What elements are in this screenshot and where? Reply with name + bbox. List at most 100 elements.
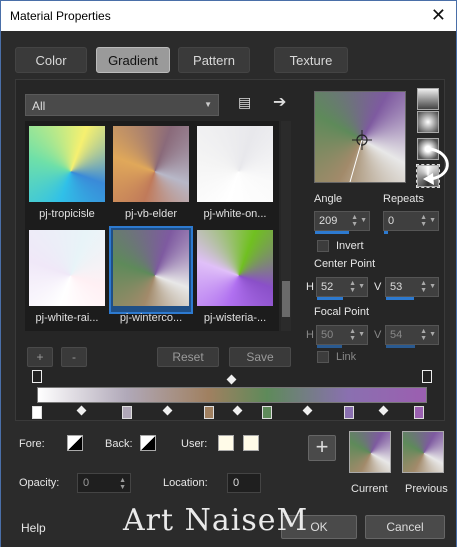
angle-slider[interactable] — [315, 231, 349, 234]
gradient-preview[interactable] — [314, 91, 406, 183]
spin-arrows-icon[interactable]: ▲ ▼ — [349, 328, 356, 342]
gradient-thumb-label: pj-vb-elder — [125, 208, 177, 220]
previous-swatch[interactable] — [402, 431, 444, 473]
fore-swatch[interactable] — [67, 435, 83, 451]
gradient-thumb-image — [29, 126, 105, 202]
opacity-field[interactable]: 0 ▲ ▼ — [77, 473, 131, 493]
gradient-thumb[interactable]: pj-vb-elder — [111, 124, 191, 220]
add-button[interactable]: + — [27, 347, 53, 367]
tab-gradient[interactable]: Gradient — [96, 47, 170, 73]
repeats-spinner[interactable]: 0 ▲ ▼ ▼ — [383, 211, 439, 234]
repeats-slider[interactable] — [384, 231, 388, 234]
current-label: Current — [351, 483, 388, 495]
rotate-arrow-icon — [423, 147, 449, 185]
user-swatch-2[interactable] — [243, 435, 259, 451]
chevron-down-icon[interactable]: ▼ — [360, 217, 367, 224]
focal-v-label: V — [374, 329, 382, 341]
tab-pattern[interactable]: Pattern — [178, 47, 250, 73]
center-point-label: Center Point — [314, 258, 376, 270]
chevron-down-icon[interactable]: ▼ — [358, 331, 365, 338]
center-h-label: H — [306, 281, 314, 293]
center-v-slider[interactable] — [386, 297, 414, 300]
angle-spinner[interactable]: 209 ▲ ▼ ▼ — [314, 211, 370, 234]
gradient-thumb-image — [29, 230, 105, 306]
window-title: Material Properties — [10, 9, 111, 23]
chevron-down-icon[interactable]: ▼ — [429, 331, 436, 338]
angle-value: 209 — [319, 215, 338, 227]
center-h-spinner[interactable]: 52 ▲ ▼ ▼ — [316, 277, 368, 300]
gradient-thumb[interactable]: pj-white-on... — [195, 124, 275, 220]
chevron-down-icon[interactable]: ▼ — [429, 283, 436, 290]
gradient-strip[interactable] — [37, 387, 427, 403]
linear-style-icon[interactable] — [417, 88, 439, 110]
spin-arrows-icon[interactable]: ▲ ▼ — [349, 280, 356, 294]
focal-v-spinner[interactable]: 54 ▲ ▼ ▼ — [385, 325, 439, 348]
color-stop[interactable] — [121, 406, 132, 419]
color-stop[interactable] — [32, 406, 42, 419]
gradient-thumb[interactable]: pj-wisteria-... — [195, 228, 275, 324]
invert-checkbox[interactable] — [317, 240, 329, 252]
tab-texture[interactable]: Texture — [274, 47, 348, 73]
color-stop[interactable] — [414, 406, 425, 419]
library-scrollbar[interactable] — [281, 121, 291, 331]
chevron-down-icon[interactable]: ▼ — [429, 217, 436, 224]
save-button[interactable]: Save — [229, 347, 291, 367]
location-label: Location: — [163, 477, 208, 489]
focal-h-spinner[interactable]: 50 ▲ ▼ ▼ — [316, 325, 368, 348]
focal-h-value: 50 — [321, 329, 334, 341]
focal-h-slider[interactable] — [317, 345, 342, 348]
color-stop[interactable] — [203, 406, 214, 419]
focal-point-label: Focal Point — [314, 306, 370, 318]
add-to-swatches-button[interactable]: + — [308, 435, 336, 461]
library-icon[interactable]: ▤ — [238, 94, 251, 111]
focal-v-slider[interactable] — [386, 345, 415, 348]
link-checkbox[interactable] — [317, 351, 329, 363]
color-stop[interactable] — [344, 406, 354, 419]
focal-v-value: 54 — [390, 329, 403, 341]
scroll-thumb[interactable] — [282, 281, 290, 317]
user-swatch-1[interactable] — [218, 435, 234, 451]
tab-color[interactable]: Color — [15, 47, 87, 73]
spin-arrows-icon[interactable]: ▲ ▼ — [420, 214, 427, 228]
gradient-thumb[interactable]: pj-white-rai... — [27, 228, 107, 324]
category-value: All — [32, 99, 46, 113]
focal-h-label: H — [306, 329, 314, 341]
chevron-down-icon[interactable]: ▼ — [358, 283, 365, 290]
color-stop[interactable] — [262, 406, 273, 419]
fore-label: Fore: — [19, 438, 45, 450]
center-v-spinner[interactable]: 53 ▲ ▼ ▼ — [385, 277, 439, 300]
angle-label: Angle — [314, 193, 343, 205]
arrow-right-icon[interactable]: ➔ — [273, 92, 286, 112]
opacity-stop[interactable] — [32, 370, 42, 383]
opacity-value: 0 — [83, 477, 90, 489]
tab-bar: Color Gradient Pattern Texture — [15, 47, 445, 75]
location-field[interactable]: 0 — [227, 473, 261, 493]
spin-arrows-icon[interactable]: ▲ ▼ — [420, 280, 427, 294]
spin-arrows-icon[interactable]: ▲ ▼ — [420, 328, 427, 342]
watermark-text: Art NaiseM — [123, 503, 309, 538]
rectangular-style-icon[interactable] — [417, 111, 439, 133]
cancel-button[interactable]: Cancel — [365, 515, 445, 539]
current-swatch[interactable] — [349, 431, 391, 473]
gradient-thumb[interactable]: pj-winterco... — [109, 226, 193, 324]
gradient-thumb[interactable]: pj-tropicisle — [27, 124, 107, 220]
center-h-value: 52 — [321, 281, 334, 293]
category-dropdown[interactable]: All ▼ — [25, 94, 219, 116]
previous-label: Previous — [405, 483, 448, 495]
opacity-stop[interactable] — [422, 370, 432, 383]
remove-button[interactable]: - — [61, 347, 87, 367]
preview-crosshair-icon — [349, 130, 372, 183]
spin-arrows-icon[interactable]: ▲ ▼ — [119, 477, 126, 491]
help-link[interactable]: Help — [21, 521, 46, 535]
gradient-thumb-image — [113, 230, 189, 306]
link-label: Link — [336, 351, 357, 363]
invert-label: Invert — [336, 240, 364, 252]
center-v-value: 53 — [390, 281, 403, 293]
spin-arrows-icon[interactable]: ▲ ▼ — [351, 214, 358, 228]
center-v-label: V — [374, 281, 382, 293]
close-icon[interactable]: ✕ — [431, 5, 446, 26]
reset-button[interactable]: Reset — [157, 347, 219, 367]
center-h-slider[interactable] — [317, 297, 343, 300]
opacity-label: Opacity: — [19, 477, 60, 489]
back-swatch[interactable] — [140, 435, 156, 451]
